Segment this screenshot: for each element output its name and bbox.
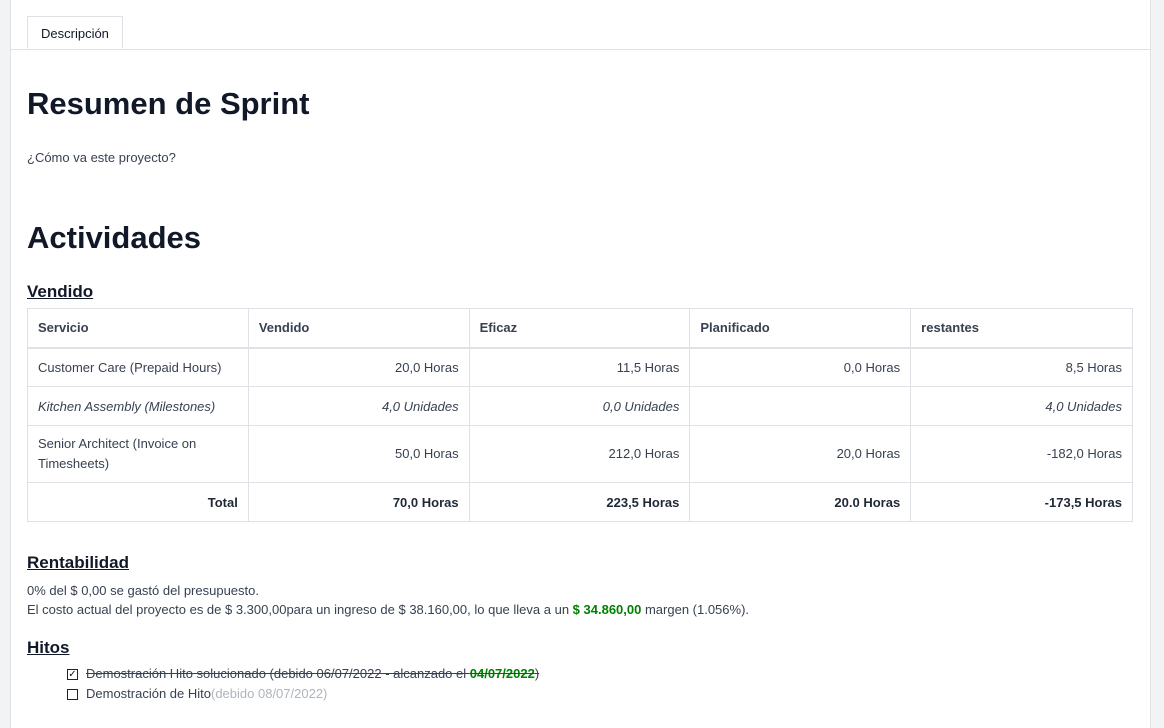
margin-text: margen (1.056%). [641,602,750,617]
col-header-remaining: restantes [910,308,1133,349]
milestone-reached-date: 04/07/2022 [469,666,535,681]
milestones-title: Hitos [27,638,70,657]
planned-cell: 20,0 Horas [689,425,912,483]
table-row: Kitchen Assembly (Milestones) 4,0 Unidad… [27,386,1133,426]
col-header-effective: Eficaz [468,308,691,349]
milestone-due: (debido 08/07/2022) [211,686,328,701]
total-sold: 70,0 Horas [247,482,470,522]
service-cell: Kitchen Assembly (Milestones) [27,386,249,426]
summary-question: ¿Cómo va este proyecto? [27,150,176,165]
table-total-row: Total 70,0 Horas 223,5 Horas 20.0 Horas … [27,482,1133,522]
milestone-checkbox-checked[interactable]: ✓ [67,668,78,680]
milestone-label: Demostración de Hito [86,686,211,701]
table-row: Senior Architect (Invoice on Timesheets)… [27,425,1133,483]
table-header-row: Servicio Vendido Eficaz Planificado rest… [27,308,1133,349]
milestone-close-paren: ) [534,666,540,681]
budget-line: 0% del $ 0,00 se gastó del presupuesto. [27,583,259,598]
cost-line: El costo actual del proyecto es de $ 3.3… [27,600,749,619]
sold-cell: 50,0 Horas [247,425,470,483]
effective-cell: 11,5 Horas [468,347,691,387]
col-header-planned: Planificado [689,308,912,349]
sold-cell: 20,0 Horas [247,347,470,387]
total-label: Total [27,482,249,522]
activities-title: Actividades [27,220,202,255]
milestone-item: Demostración de Hito (debido 08/07/2022) [67,684,539,704]
sold-table: Servicio Vendido Eficaz Planificado rest… [27,308,1133,522]
total-remaining: -173,5 Horas [910,482,1133,522]
table-row: Customer Care (Prepaid Hours) 20,0 Horas… [27,347,1133,387]
remaining-cell: -182,0 Horas [910,425,1133,483]
total-planned: 20.0 Horas [689,482,912,522]
col-header-sold: Vendido [247,308,470,349]
col-header-service: Servicio [27,308,249,349]
total-effective: 223,5 Horas [468,482,691,522]
service-cell: Senior Architect (Invoice on Timesheets) [27,425,249,483]
effective-cell: 0,0 Unidades [468,386,691,426]
planned-cell: 0,0 Horas [689,347,912,387]
tab-description[interactable]: Descripción [27,16,123,49]
sold-section-title: Vendido [27,282,94,301]
milestone-checkbox[interactable] [67,688,78,700]
milestone-label: Demostración Hito solucionado (debido 06… [86,666,470,681]
profitability-text: 0% del $ 0,00 se gastó del presupuesto. … [27,581,749,619]
notebook-tabs: Descripción [11,16,1150,50]
profitability-title: Rentabilidad [27,553,130,572]
page-title: Resumen de Sprint [27,86,310,121]
cost-text: El costo actual del proyecto es de $ 3.3… [27,602,573,617]
milestone-text: Demostración Hito solucionado (debido 06… [86,664,539,684]
remaining-cell: 4,0 Unidades [910,386,1133,426]
effective-cell: 212,0 Horas [468,425,691,483]
remaining-cell: 8,5 Horas [910,347,1133,387]
milestones-list: ✓ Demostración Hito solucionado (debido … [67,664,539,704]
planned-cell [689,386,912,426]
margin-value: $ 34.860,00 [572,602,642,617]
sold-cell: 4,0 Unidades [247,386,470,426]
service-cell: Customer Care (Prepaid Hours) [27,347,249,387]
milestone-item: ✓ Demostración Hito solucionado (debido … [67,664,539,684]
form-sheet: Descripción Resumen de Sprint ¿Cómo va e… [10,0,1151,728]
